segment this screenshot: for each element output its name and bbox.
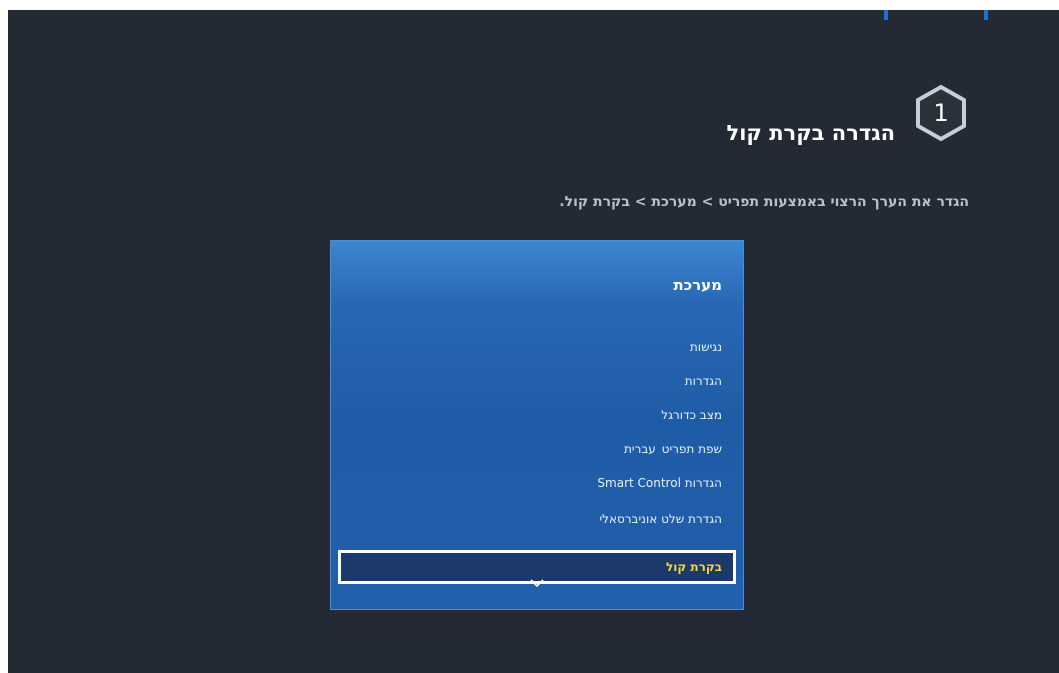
instruction-text: הגדר את הערך הרצוי באמצעות תפריט > מערכת… — [559, 194, 969, 210]
menu-item-label: בקרת קול — [666, 560, 722, 574]
menu-item-universal-remote[interactable]: הגדרת שלט אוניברסאלי — [352, 504, 722, 534]
step-badge: 1 — [914, 84, 968, 142]
menu-item-label: הגדרות Smart Control — [597, 476, 722, 490]
page-title: הגדרה בקרת קול — [726, 121, 895, 145]
top-accent-bar — [984, 10, 988, 20]
menu-item-label: הגדרת שלט אוניברסאלי — [599, 512, 722, 526]
menu-item-menu-language[interactable]: שפת תפריט עברית — [352, 434, 722, 464]
step-number: 1 — [933, 99, 949, 127]
menu-item-football-mode[interactable]: מצב כדורגל — [352, 400, 722, 430]
menu-item-label: נגישות — [689, 340, 722, 354]
top-accent-bar — [884, 10, 888, 20]
menu-item-label: הגדרות — [684, 374, 722, 388]
menu-item-label: שפת תפריט — [661, 442, 722, 456]
tv-screen: 1 הגדרה בקרת קול הגדר את הערך הרצוי באמצ… — [8, 10, 1059, 673]
menu-item-label: מצב כדורגל — [661, 408, 722, 422]
system-menu-panel: מערכת נגישות הגדרות מצב כדורגל שפת תפריט… — [330, 240, 744, 610]
menu-item-value: עברית — [624, 442, 656, 456]
menu-item-smart-control-settings[interactable]: הגדרות Smart Control — [352, 468, 722, 498]
menu-item-settings[interactable]: הגדרות — [352, 366, 722, 396]
menu-header: מערכת — [673, 276, 722, 294]
menu-item-accessibility[interactable]: נגישות — [352, 332, 722, 362]
chevron-down-icon[interactable] — [530, 578, 544, 588]
